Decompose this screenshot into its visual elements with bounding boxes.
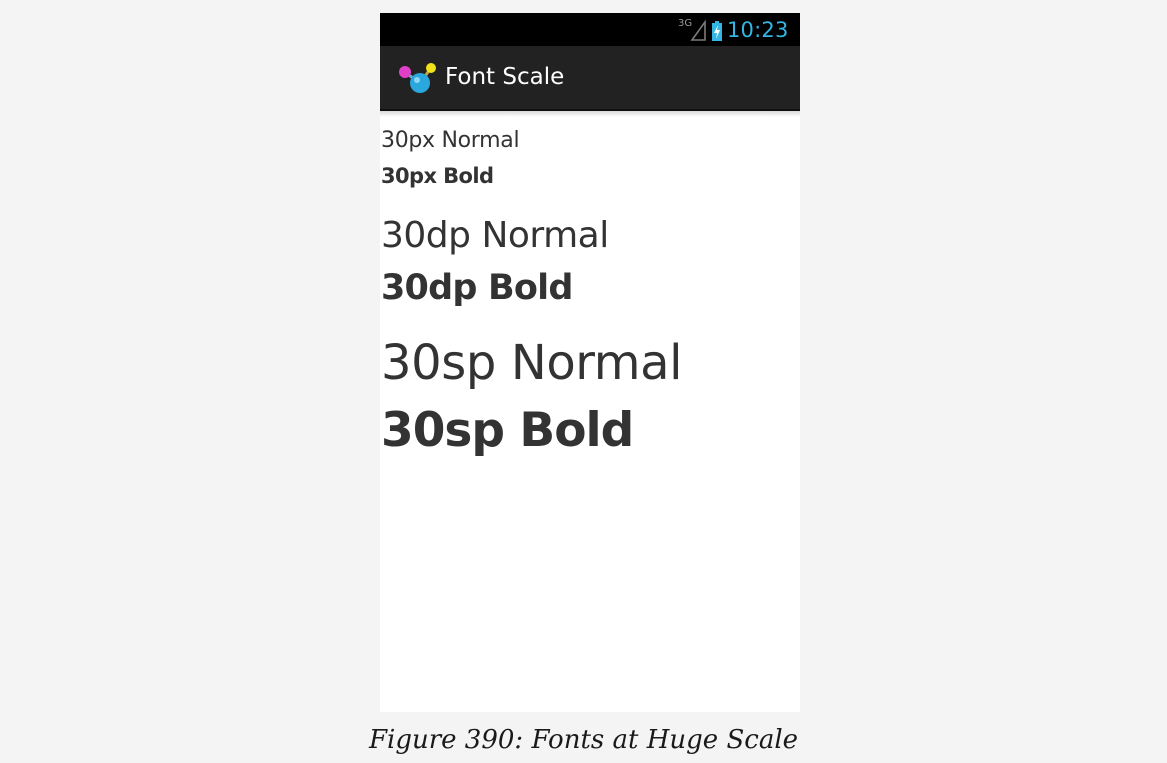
status-time: 10:23 xyxy=(727,18,789,42)
app-launcher-icon[interactable] xyxy=(398,61,438,95)
text-30dp-normal: 30dp Normal xyxy=(381,215,609,256)
text-30px-normal: 30px Normal xyxy=(381,128,520,153)
action-bar xyxy=(380,46,800,111)
text-30sp-normal: 30sp Normal xyxy=(381,335,683,391)
text-30dp-bold: 30dp Bold xyxy=(381,268,573,308)
battery-icon xyxy=(712,21,722,41)
app-title: Font Scale xyxy=(445,64,565,90)
text-30px-bold: 30px Bold xyxy=(381,164,494,188)
text-30sp-bold: 30sp Bold xyxy=(381,403,634,458)
action-bar-shadow xyxy=(380,111,800,117)
signal-icon xyxy=(690,19,706,41)
figure-caption: Figure 390: Fonts at Huge Scale xyxy=(368,725,799,755)
